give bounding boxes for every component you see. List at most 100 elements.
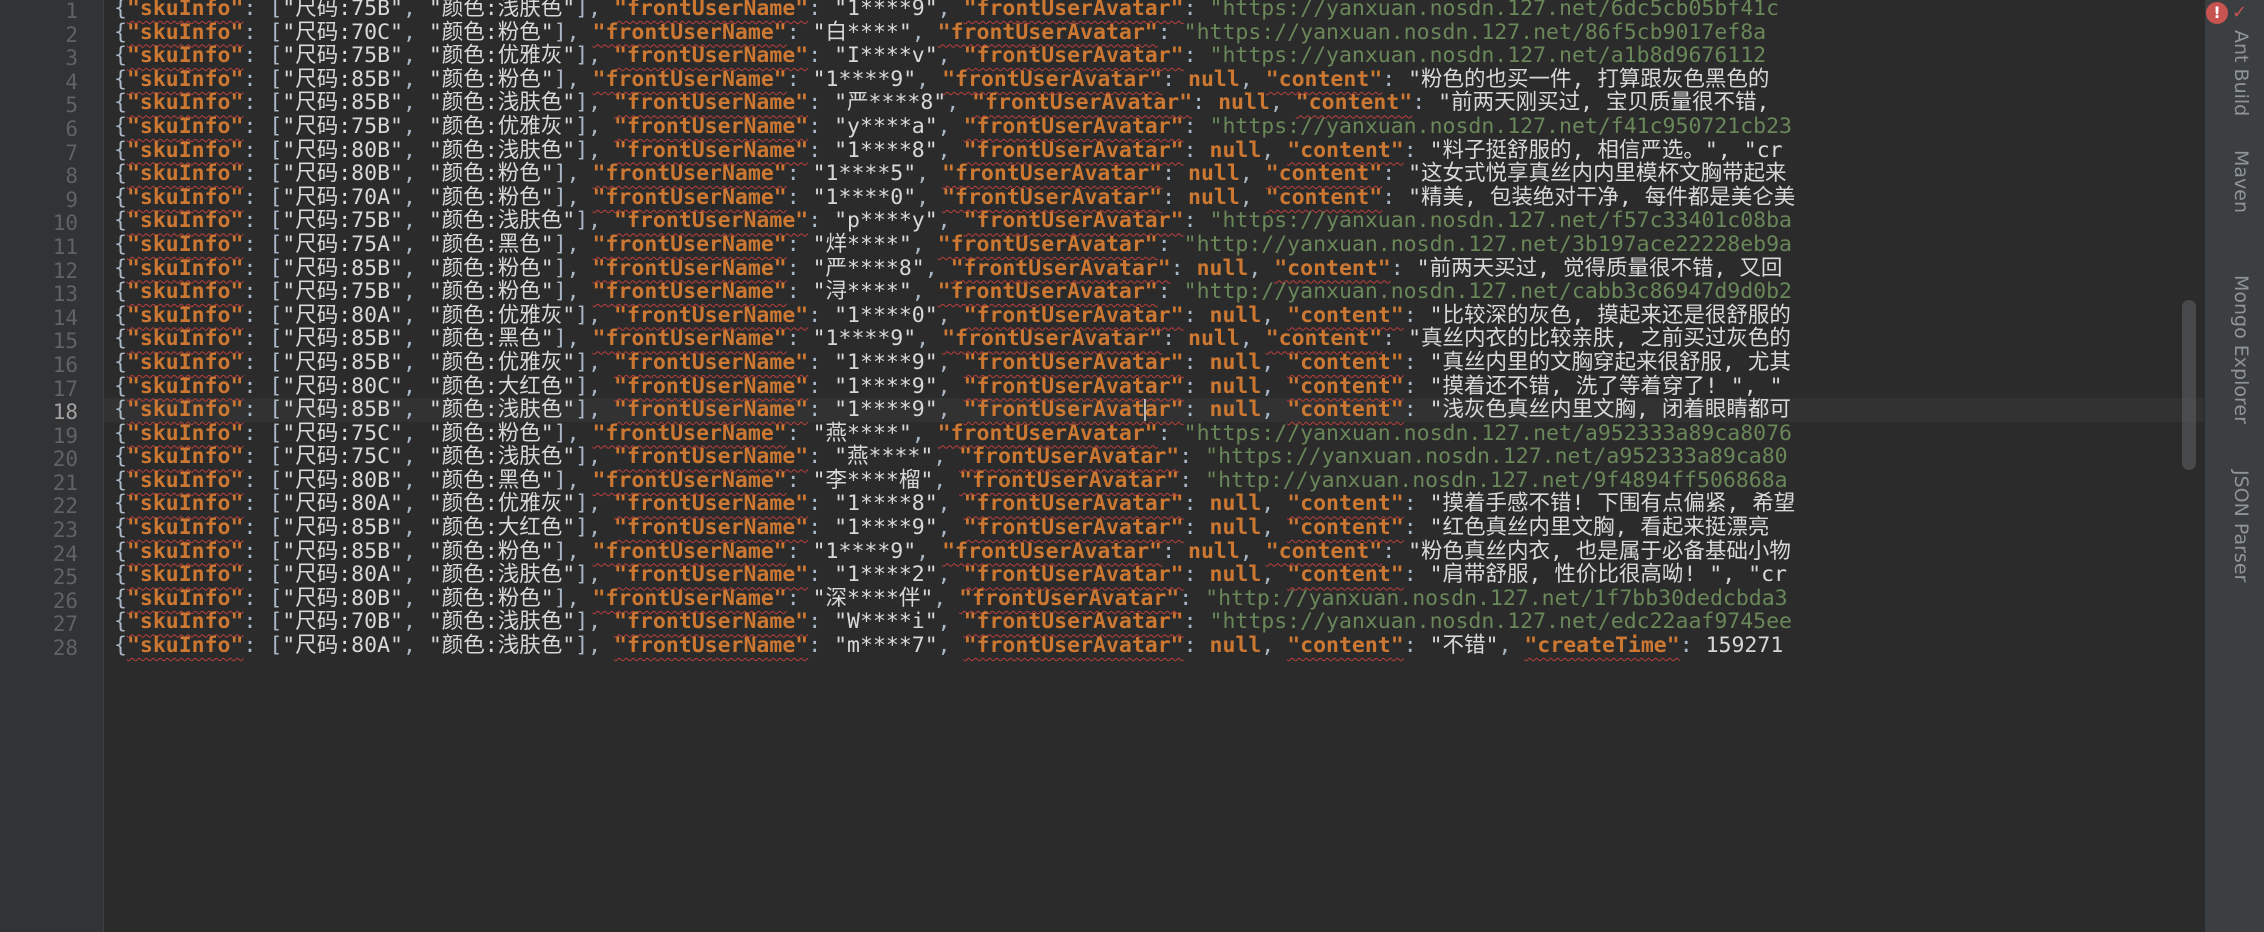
json-null: null (1209, 397, 1262, 423)
json-null: null (1188, 66, 1240, 92)
tool-tab-json-parser[interactable]: JSON Parser (2218, 470, 2252, 582)
tool-tab-ant-build[interactable]: Ant Build (2218, 30, 2252, 116)
json-string: "1****9" (834, 373, 938, 399)
punct: , (916, 66, 943, 92)
punct: , (937, 137, 964, 163)
tool-tab-maven[interactable]: Maven (2218, 150, 2252, 213)
json-key: "content" (1287, 373, 1404, 399)
punct: , (402, 444, 429, 470)
punct: , (924, 255, 951, 281)
json-string: "料子挺舒服的, 相信严选。", "cr (1429, 137, 1783, 163)
code-line[interactable]: {"skuInfo": ["尺码:85B", "颜色:粉色"], "frontU… (104, 255, 2204, 281)
code-line[interactable]: {"skuInfo": ["尺码:80B", "颜色:粉色"], "frontU… (104, 587, 2204, 611)
json-url-string: "https://yanxuan.nosdn.127.net/f41c95072… (1209, 113, 1792, 139)
json-string: "颜色:粉色" (428, 161, 554, 187)
brace: { (114, 373, 127, 399)
code-line[interactable]: {"skuInfo": ["尺码:85B", "颜色:粉色"], "frontU… (104, 66, 2204, 92)
json-null: null (1188, 326, 1240, 352)
code-line[interactable]: {"skuInfo": ["尺码:80A", "颜色:优雅灰"], "front… (104, 302, 2204, 328)
json-string: "不错" (1429, 633, 1499, 659)
json-null: null (1209, 515, 1262, 541)
json-string: "前两天刚买过, 宝贝质量很不错, (1438, 90, 1770, 116)
punct: , (402, 0, 429, 21)
punct: ], (553, 538, 593, 564)
code-line[interactable]: {"skuInfo": ["尺码:70C", "颜色:粉色"], "frontU… (104, 19, 2204, 45)
punct: : (786, 326, 813, 352)
json-string: "1****9" (834, 349, 938, 375)
vertical-scrollbar-thumb[interactable] (2182, 300, 2196, 470)
punct: , (946, 90, 973, 116)
json-null: null (1209, 302, 1262, 328)
punct: : (1403, 137, 1430, 163)
code-line[interactable]: {"skuInfo": ["尺码:75C", "颜色:粉色"], "frontU… (104, 420, 2204, 446)
code-line[interactable]: {"skuInfo": ["尺码:70B", "颜色:浅肤色"], "front… (104, 610, 2204, 634)
code-line[interactable]: {"skuInfo": ["尺码:80A", "颜色:优雅灰"], "front… (104, 492, 2204, 516)
json-string: "颜色:优雅灰" (428, 349, 576, 375)
code-line[interactable]: {"skuInfo": ["尺码:85B", "颜色:大红色"], "front… (104, 516, 2204, 540)
json-key: "frontUserAvatar" (963, 633, 1184, 659)
punct: , (1239, 66, 1266, 92)
json-string: "尺码:85B" (282, 326, 403, 352)
code-line[interactable]: {"skuInfo": ["尺码:75A", "颜色:黑色"], "frontU… (104, 233, 2204, 257)
json-null: null (1209, 349, 1262, 375)
json-string: "颜色:黑色" (428, 467, 554, 493)
code-line[interactable]: {"skuInfo": ["尺码:75B", "颜色:浅肤色"], "front… (104, 0, 2204, 21)
json-string: "白****" (812, 19, 912, 45)
code-line[interactable]: {"skuInfo": ["尺码:80A", "颜色:浅肤色"], "front… (104, 563, 2204, 587)
tool-tab-mongo-explorer[interactable]: Mongo Explorer (2218, 275, 2252, 424)
punct: : (786, 585, 813, 611)
code-line[interactable]: {"skuInfo": ["尺码:75C", "颜色:浅肤色"], "front… (104, 445, 2204, 469)
code-line[interactable]: {"skuInfo": ["尺码:75B", "颜色:粉色"], "frontU… (104, 280, 2204, 304)
code-line[interactable]: {"skuInfo": ["尺码:85B", "颜色:粉色"], "frontU… (104, 538, 2204, 564)
json-key: "frontUserAvatar" (963, 302, 1184, 328)
json-string: "1****0" (834, 302, 938, 328)
punct: ], (553, 420, 593, 446)
json-string: "1****9" (834, 397, 938, 423)
code-editor[interactable]: 1 2 3 4 5 6 7 8 9 10 11 12 13 14 15 16 17 18 19 20 21 22 23 24 2… (0, 0, 2264, 932)
code-line[interactable]: {"skuInfo": ["尺码:80B", "颜色:黑色"], "frontU… (104, 469, 2204, 493)
json-null: null (1209, 562, 1262, 588)
code-line[interactable]: {"skuInfo": ["尺码:85B", "颜色:优雅灰"], "front… (104, 351, 2204, 375)
json-string: "浔****" (812, 279, 912, 305)
punct: : (1403, 633, 1430, 659)
line-numbers: 1 2 3 4 5 6 7 8 9 10 11 12 13 14 15 16 17 18 19 20 21 22 23 24 2… (0, 0, 78, 661)
json-key: "skuInfo" (126, 43, 244, 69)
punct: , (1261, 373, 1288, 399)
code-line[interactable]: {"skuInfo": ["尺码:75B", "颜色:优雅灰"], "front… (104, 44, 2204, 68)
punct: , (402, 113, 429, 139)
json-string: "1****9" (812, 326, 917, 352)
json-string: "I****v" (834, 43, 938, 69)
code-line[interactable]: {"skuInfo": ["尺码:75B", "颜色:浅肤色"], "front… (104, 209, 2204, 233)
punct: , (402, 467, 429, 493)
code-line[interactable]: {"skuInfo": ["尺码:80B", "颜色:粉色"], "frontU… (104, 162, 2204, 186)
code-line[interactable]: {"skuInfo": ["尺码:85B", "颜色:黑色"], "frontU… (104, 327, 2204, 351)
json-key: "skuInfo" (126, 633, 244, 659)
json-string: "真丝内衣的比较亲肤, 之前买过灰色的 (1408, 326, 1791, 352)
code-line[interactable]: {"skuInfo": ["尺码:85B", "颜色:浅肤色"], "front… (104, 398, 2204, 422)
json-string: "尺码:75B" (282, 113, 403, 139)
json-key: "frontUserAvatar" (963, 43, 1184, 69)
code-line[interactable]: {"skuInfo": ["尺码:80B", "颜色:浅肤色"], "front… (104, 137, 2204, 163)
json-key: "frontUserName" (614, 397, 809, 423)
code-line[interactable]: {"skuInfo": ["尺码:70A", "颜色:粉色"], "frontU… (104, 184, 2204, 210)
punct: : (1403, 302, 1430, 328)
json-key: "frontUserName" (592, 420, 787, 446)
brace: { (114, 208, 127, 234)
code-line[interactable]: {"skuInfo": ["尺码:75B", "颜色:优雅灰"], "front… (104, 115, 2204, 139)
punct: : (808, 609, 835, 635)
code-line[interactable]: {"skuInfo": ["尺码:80C", "颜色:大红色"], "front… (104, 373, 2204, 399)
punct: : [ (243, 66, 283, 92)
check-icon[interactable]: ✓ (2232, 2, 2247, 23)
json-string: "这女式悦享真丝内内里模杯文胸带起来 (1408, 161, 1787, 187)
code-line[interactable]: {"skuInfo": ["尺码:85B", "颜色:浅肤色"], "front… (104, 91, 2204, 115)
json-key: "frontUserName" (614, 137, 809, 163)
code-line[interactable]: {"skuInfo": ["尺码:80A", "颜色:浅肤色"], "front… (104, 634, 2204, 658)
json-string: "颜色:浅肤色" (428, 562, 576, 588)
json-url-string: "http://yanxuan.nosdn.127.net/1f7bb30ded… (1205, 585, 1788, 611)
code-area[interactable]: {"skuInfo": ["尺码:75B", "颜色:浅肤色"], "front… (104, 0, 2204, 932)
json-string: "尺码:85B" (282, 397, 403, 423)
json-key: "content" (1265, 184, 1383, 210)
punct: ], (553, 467, 593, 493)
punct: ], (575, 397, 615, 423)
error-icon[interactable]: ! (2206, 2, 2228, 24)
